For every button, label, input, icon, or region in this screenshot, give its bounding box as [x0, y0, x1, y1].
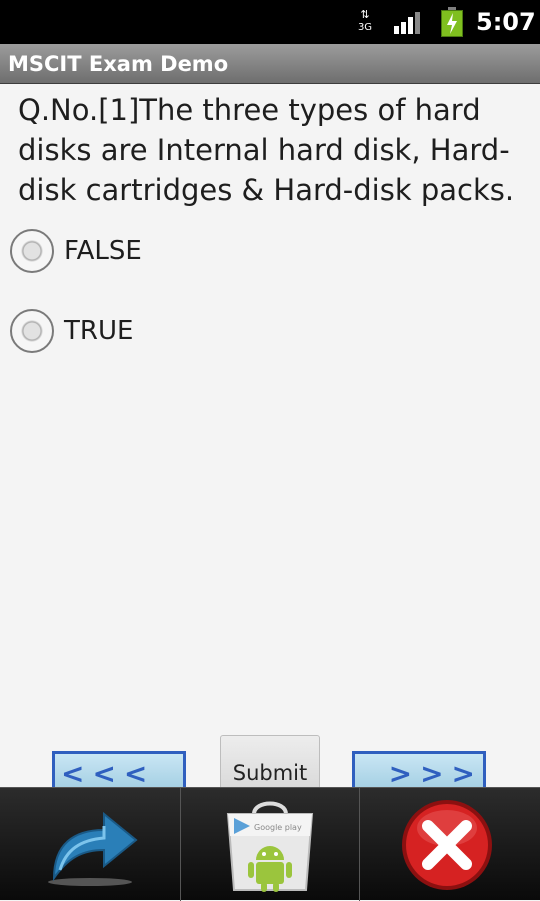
svg-text:Google play: Google play [254, 823, 302, 832]
share-arrow-icon[interactable] [44, 796, 144, 888]
network-type-label: 3G [357, 22, 373, 33]
radio-button[interactable] [10, 309, 54, 353]
question-text: Q.No.[1]The three types of hard disks ar… [18, 93, 515, 207]
status-bar: ⇅ 3G 5:07 [0, 0, 540, 44]
dock-divider [359, 788, 360, 901]
option-false[interactable]: FALSE [10, 229, 310, 275]
option-label: TRUE [64, 316, 134, 346]
battery-charging-icon [441, 7, 463, 37]
data-arrows-icon: ⇅ 3G [354, 8, 376, 38]
dock-divider [180, 788, 181, 901]
radio-button[interactable] [10, 229, 54, 273]
close-icon[interactable] [400, 798, 494, 892]
status-clock: 5:07 [476, 8, 536, 36]
app-title: MSCIT Exam Demo [8, 52, 229, 76]
option-label: FALSE [64, 236, 142, 266]
signal-icon [394, 10, 424, 34]
option-true[interactable]: TRUE [10, 309, 310, 355]
app-title-bar: MSCIT Exam Demo [0, 44, 540, 84]
google-play-store-icon[interactable]: Google play [220, 794, 320, 894]
bottom-dock: Google play [0, 787, 540, 901]
